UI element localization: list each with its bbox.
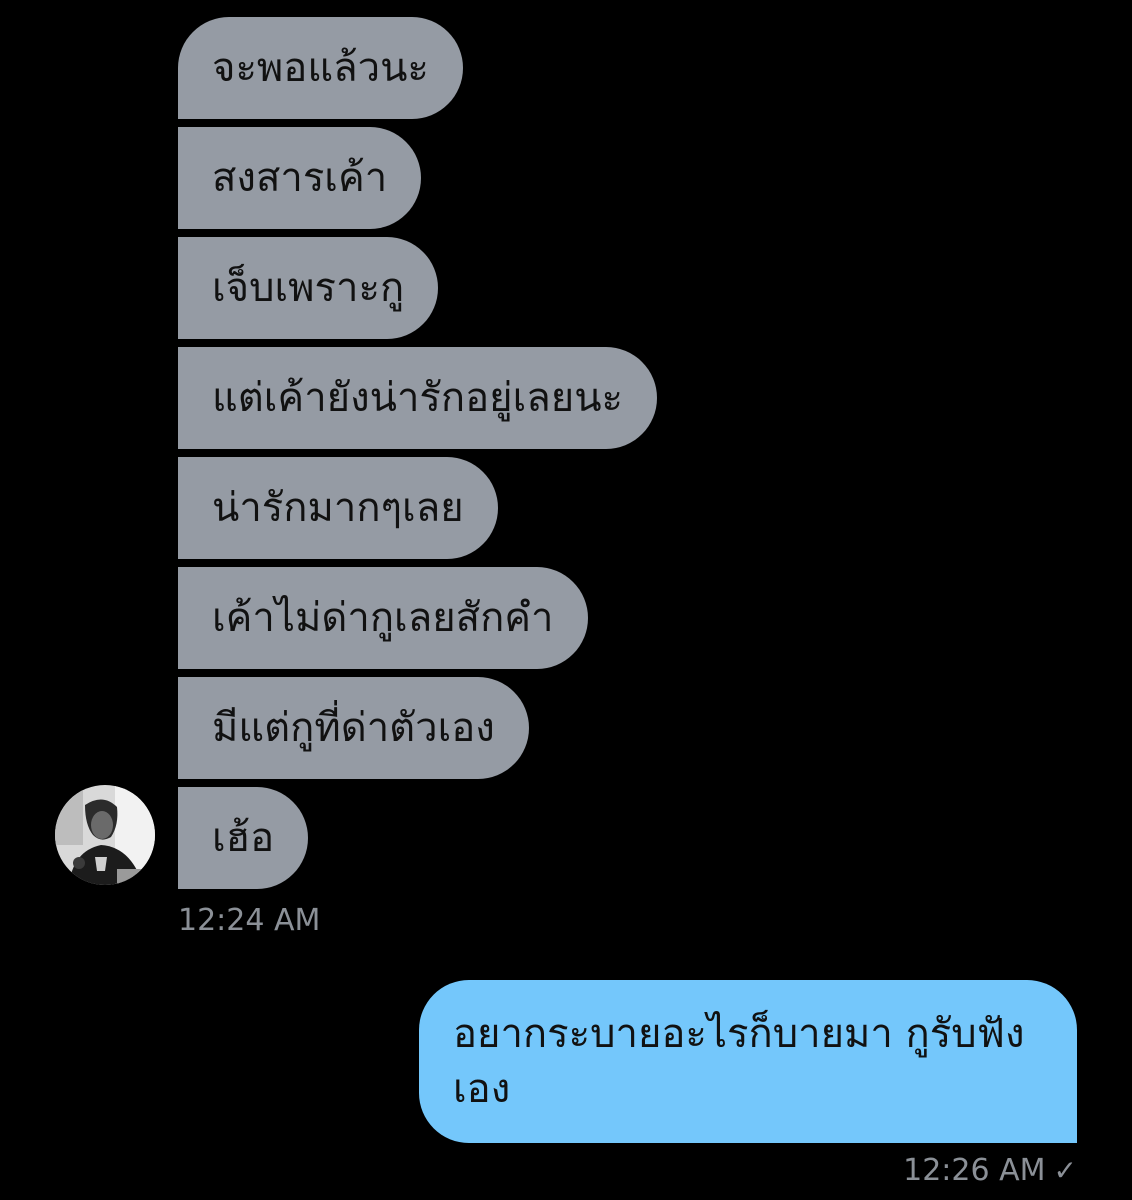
message-text: แต่เค้ายังน่ารักอยู่เลยนะ xyxy=(212,375,624,421)
contact-avatar[interactable] xyxy=(55,785,155,885)
received-message[interactable]: เค้าไม่ด่ากูเลยสักคำ xyxy=(178,567,588,669)
received-message[interactable]: น่ารักมากๆเลย xyxy=(178,457,498,559)
message-text: อยากระบายอะไรก็บายมา กูรับฟังเอง xyxy=(453,1011,1025,1112)
received-message[interactable]: สงสารเค้า xyxy=(178,127,422,229)
sent-timestamp: 12:26 AM xyxy=(903,1153,1046,1188)
received-message[interactable]: จะพอแล้วนะ xyxy=(178,17,463,119)
message-text: มีแต่กูที่ด่าตัวเอง xyxy=(212,705,495,751)
sent-message[interactable]: อยากระบายอะไรก็บายมา กูรับฟังเอง xyxy=(419,980,1077,1143)
conversation-thread: จะพอแล้วนะ สงสารเค้า เจ็บเพราะกู แต่เค้า… xyxy=(0,0,1132,1200)
received-timestamp: 12:24 AM xyxy=(178,903,321,938)
message-text: สงสารเค้า xyxy=(212,155,388,201)
message-text: เจ็บเพราะกู xyxy=(212,265,405,311)
message-text: จะพอแล้วนะ xyxy=(212,45,429,91)
message-text: เค้าไม่ด่ากูเลยสักคำ xyxy=(212,595,554,641)
message-text: เฮ้อ xyxy=(212,815,275,861)
received-message[interactable]: เจ็บเพราะกู xyxy=(178,237,439,339)
avatar-photo-icon xyxy=(55,785,155,885)
received-message[interactable]: มีแต่กูที่ด่าตัวเอง xyxy=(178,677,529,779)
message-text: น่ารักมากๆเลย xyxy=(212,485,464,531)
received-message[interactable]: เฮ้อ xyxy=(178,787,309,889)
received-message[interactable]: แต่เค้ายังน่ารักอยู่เลยนะ xyxy=(178,347,658,449)
received-message-group: จะพอแล้วนะ สงสารเค้า เจ็บเพราะกู แต่เค้า… xyxy=(178,17,658,897)
sent-timestamp-row: 12:26 AM ✓ xyxy=(903,1153,1077,1189)
check-icon: ✓ xyxy=(1053,1154,1077,1187)
